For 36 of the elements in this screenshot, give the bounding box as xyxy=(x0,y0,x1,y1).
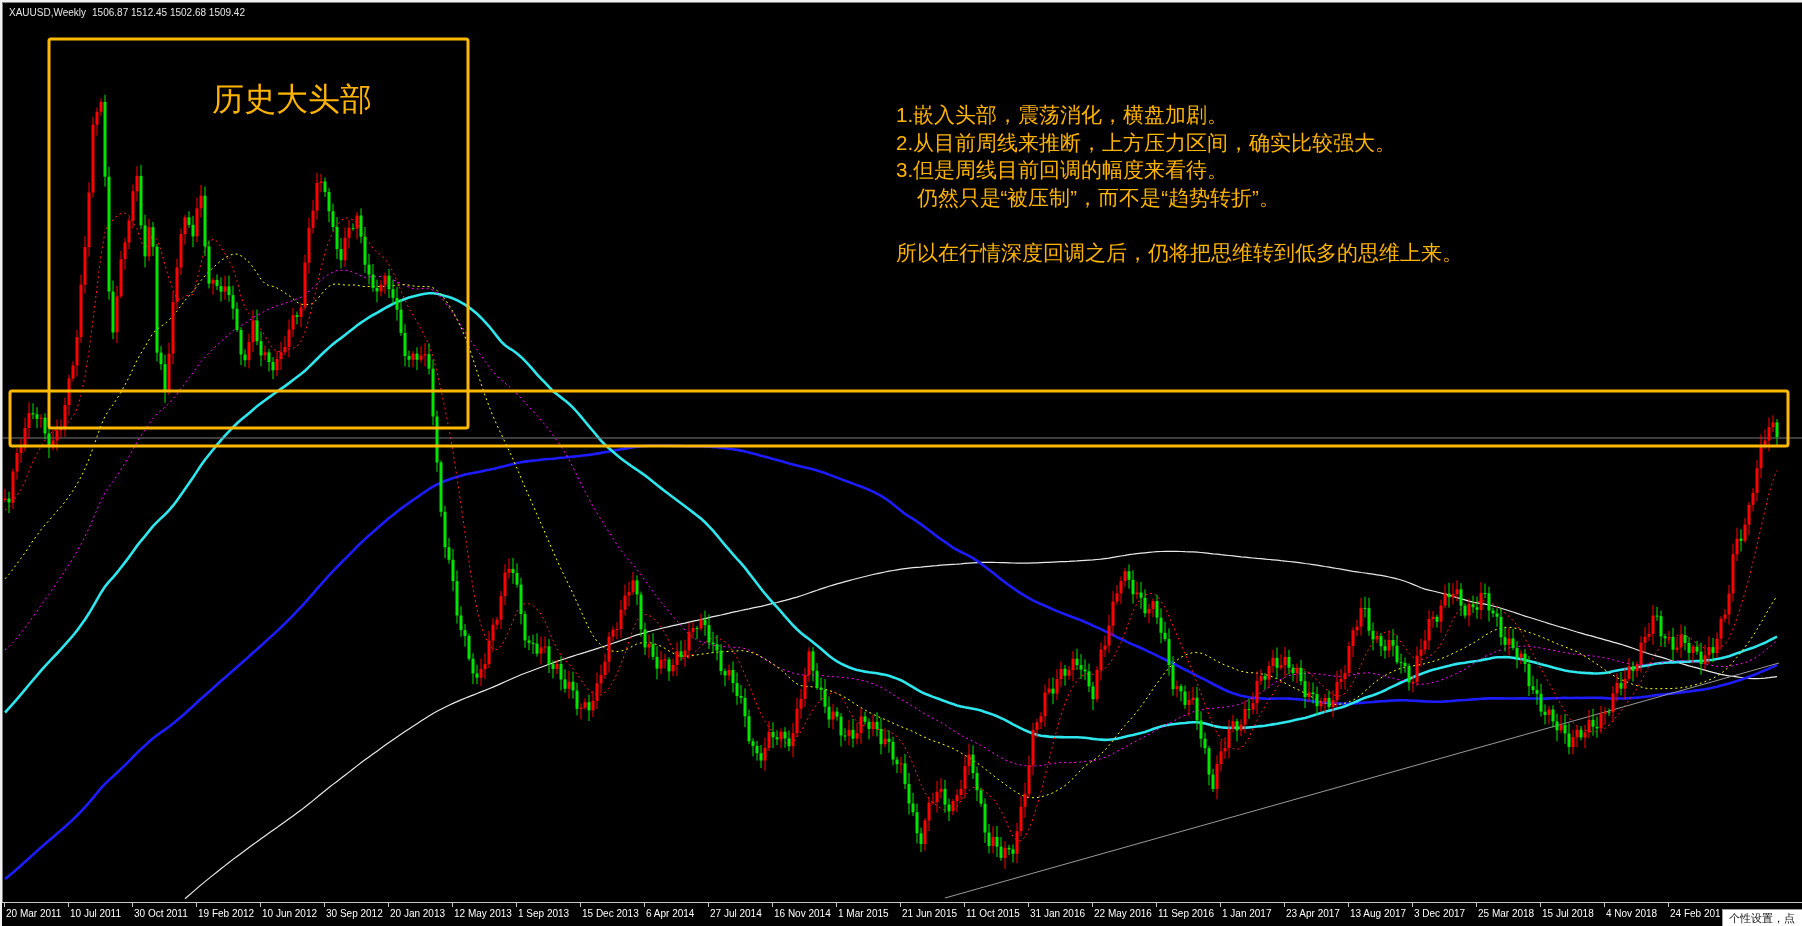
price-quote: 1506.87 1512.45 1502.68 1509.42 xyxy=(92,6,245,20)
axis-date-label: 4 Nov 2018 xyxy=(1606,907,1658,920)
axis-date-label: 19 Feb 2012 xyxy=(198,907,255,920)
symbol-label: XAUUSD,Weekly xyxy=(9,6,87,20)
axis-date-label: 31 Jan 2016 xyxy=(1030,907,1086,920)
annotation-line: 所以在行情深度回调之后，仍将把思维转到低多的思维上来。 xyxy=(896,239,1463,266)
axis-date-label: 10 Jun 2012 xyxy=(262,907,318,920)
annotation-line: 2.从目前周线来推断，上方压力区间，确实比较强大。 xyxy=(896,129,1397,156)
axis-date-label: 6 Apr 2014 xyxy=(646,907,695,920)
axis-date-label: 23 Apr 2017 xyxy=(1286,907,1340,920)
axis-date-label: 15 Jul 2018 xyxy=(1542,907,1594,920)
axis-date-label: 1 Mar 2015 xyxy=(838,907,889,920)
axis-date-label: 22 May 2016 xyxy=(1094,907,1152,920)
axis-date-label: 11 Sep 2016 xyxy=(1158,907,1214,920)
annotation-line: 1.嵌入头部，震荡消化，横盘加剧。 xyxy=(896,102,1229,128)
axis-date-label: 10 Jul 2011 xyxy=(70,907,121,920)
annotation-line: 仍然只是“被压制”，而不是“趋势转折”。 xyxy=(916,184,1280,211)
axis-date-label: 24 Feb 201 xyxy=(1670,907,1721,920)
axis-date-label: 30 Sep 2012 xyxy=(326,907,383,920)
axis-date-label: 13 Aug 2017 xyxy=(1350,907,1407,920)
axis-date-label: 27 Jul 2014 xyxy=(710,907,762,920)
axis-date-label: 20 Jan 2013 xyxy=(390,907,446,920)
axis-date-label: 20 Mar 2011 xyxy=(6,907,62,920)
axis-date-label: 3 Dec 2017 xyxy=(1414,907,1466,920)
annotation-line: 3.但是周线目前回调的幅度来看待。 xyxy=(896,157,1229,183)
axis-date-label: 16 Nov 2014 xyxy=(774,907,831,920)
axis-date-label: 12 May 2013 xyxy=(454,907,512,920)
axis-date-label: 1 Jan 2017 xyxy=(1222,907,1272,920)
zone-label: 历史大头部 xyxy=(212,80,372,119)
axis-date-label: 21 Jun 2015 xyxy=(902,907,958,920)
notification-popup[interactable]: 个性设置，点 xyxy=(1722,909,1802,926)
axis-date-label: 25 Mar 2018 xyxy=(1478,907,1535,920)
axis-date-label: 1 Sep 2013 xyxy=(518,907,570,920)
axis-date-label: 30 Oct 2011 xyxy=(134,907,188,920)
axis-date-label: 15 Dec 2013 xyxy=(582,907,639,920)
axis-date-label: 11 Oct 2015 xyxy=(966,907,1020,920)
